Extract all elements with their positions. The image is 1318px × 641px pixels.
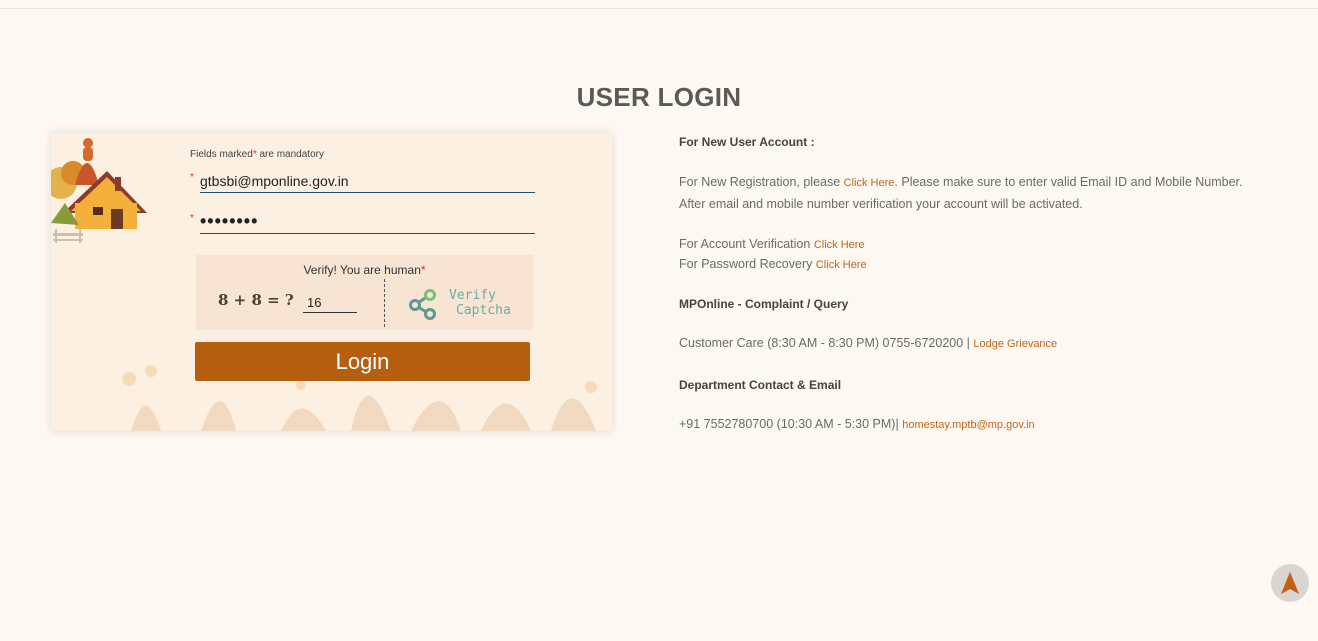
department-contact: +91 7552780700 (10:30 AM - 5:30 PM)| hom… — [679, 417, 1035, 431]
page-title: USER LOGIN — [576, 82, 742, 112]
mandatory-note: Fields marked* are mandatory — [190, 149, 324, 160]
email-field[interactable] — [200, 169, 535, 193]
lodge-grievance-link[interactable]: Lodge Grievance — [973, 338, 1057, 350]
captcha-question: 8 + 8 = ? — [218, 291, 294, 309]
share-nodes-icon — [409, 289, 436, 320]
required-star: * — [190, 172, 194, 183]
customer-care-text: Customer Care (8:30 AM - 8:30 PM) 0755-6… — [679, 336, 1058, 350]
account-verification-link[interactable]: Click Here — [814, 239, 865, 251]
account-links: For Account Verification Click Here For … — [679, 235, 1259, 275]
password-recovery-link[interactable]: Click Here — [816, 259, 867, 271]
password-field-group: * — [190, 210, 535, 234]
captcha-divider — [384, 279, 385, 327]
scroll-top-button[interactable] — [1271, 564, 1309, 602]
password-field[interactable] — [200, 210, 535, 234]
captcha-answer-input[interactable] — [303, 293, 357, 313]
captcha-box: Verify! You are human* 8 + 8 = ? Verify … — [196, 255, 533, 330]
password-recovery-row: For Password Recovery Click Here — [679, 257, 867, 271]
top-divider — [0, 8, 1318, 9]
required-star: * — [252, 149, 257, 160]
verify-captcha-button[interactable]: Verify Captcha — [406, 287, 521, 321]
registration-text: For New Registration, please Click Here.… — [679, 175, 1243, 211]
navigation-arrow-icon — [1281, 572, 1299, 594]
new-user-heading: For New User Account : — [679, 135, 815, 149]
verify-captcha-label: Verify Captcha — [449, 288, 511, 318]
department-email-link[interactable]: homestay.mptb@mp.gov.in — [902, 419, 1034, 431]
account-verification-row: For Account Verification Click Here — [679, 237, 865, 251]
registration-link[interactable]: Click Here — [844, 177, 895, 189]
captcha-title: Verify! You are human* — [303, 263, 426, 277]
house-illustration — [51, 138, 147, 243]
department-heading: Department Contact & Email — [679, 378, 842, 392]
email-field-group: * — [190, 169, 535, 193]
required-star: * — [190, 213, 194, 224]
complaint-heading: MPOnline - Complaint / Query — [679, 297, 849, 311]
login-card: Fields marked* are mandatory * * Verify!… — [51, 133, 612, 431]
login-button[interactable]: Login — [195, 342, 530, 381]
